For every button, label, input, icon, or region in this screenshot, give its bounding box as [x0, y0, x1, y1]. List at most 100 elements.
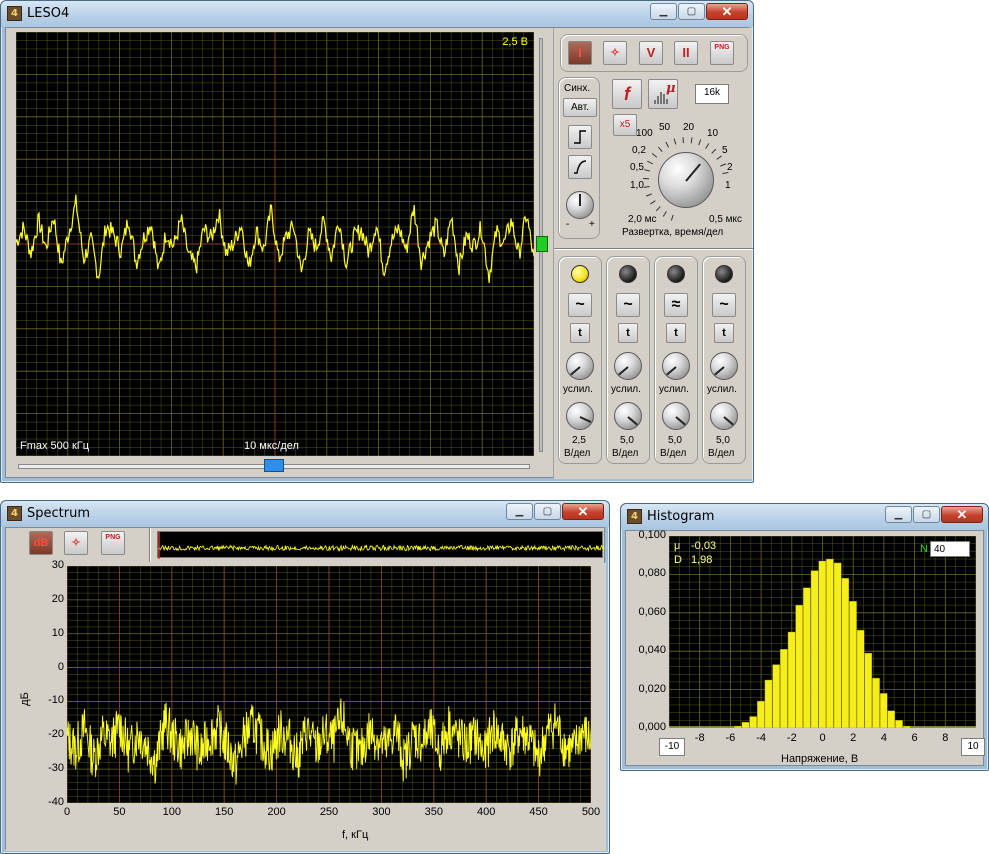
timebase-scale-label: 50 — [659, 122, 671, 133]
channel-scale-value: 5,0 — [620, 435, 634, 446]
channel-led[interactable] — [571, 265, 589, 283]
channel-scale-value: 5,0 — [716, 435, 730, 446]
statistics-button[interactable]: μ — [648, 79, 678, 109]
d-label: D — [674, 554, 682, 566]
leso4-window: 4 LESO4 ▁ ▢ ✕ 2,5 В Fmax 500 кГц 10 мкс/… — [0, 0, 754, 483]
sync-slope-button[interactable] — [568, 155, 592, 179]
x-tick-label: 4 — [880, 732, 887, 744]
x-tick-label: 450 — [529, 806, 548, 818]
maximize-button[interactable]: ▢ — [534, 503, 561, 520]
x-tick-label: 250 — [319, 806, 339, 818]
pause-button[interactable]: II — [674, 41, 698, 65]
sync-auto-button[interactable]: Авт. — [563, 98, 597, 117]
close-button[interactable]: ✕ — [941, 506, 983, 523]
x-tick-label: 0 — [63, 806, 71, 818]
x-tick-label: 400 — [477, 806, 496, 818]
v-button[interactable]: V — [639, 41, 663, 65]
y-tick-label: 0,100 — [638, 529, 666, 541]
y-tick-label: 0 — [57, 660, 64, 673]
spectrum-screen[interactable] — [66, 565, 592, 804]
fmax-label: Fmax 500 кГц — [20, 440, 90, 452]
x-tick-label: 150 — [215, 806, 234, 818]
histogram-bar — [810, 570, 819, 729]
histogram-bar — [895, 720, 903, 729]
spectrum-cursor-button[interactable]: ✧ — [64, 531, 88, 555]
toolbar-panel: I ✧ V II PNG — [560, 34, 748, 72]
time-scroll-thumb[interactable] — [264, 459, 284, 472]
channel-led[interactable] — [619, 265, 637, 283]
trigger-channel-button[interactable]: t — [570, 323, 590, 343]
offset-knob[interactable] — [614, 352, 642, 380]
maximize-button[interactable]: ▢ — [678, 3, 705, 20]
wave-coupling-button[interactable]: ~ — [568, 293, 592, 317]
leso4-titlebar[interactable]: 4 LESO4 ▁ ▢ ✕ — [1, 1, 753, 27]
channel-led[interactable] — [715, 265, 733, 283]
timebase-scale-label: 20 — [683, 122, 695, 133]
gain-label: услил. — [563, 384, 593, 395]
gain-label: услил. — [707, 384, 737, 395]
minimize-button[interactable]: ▁ — [650, 3, 677, 20]
run-button[interactable]: I — [568, 41, 592, 65]
toolbar-divider — [149, 528, 151, 562]
n-label: N — [920, 543, 928, 555]
trigger-level-marker[interactable] — [536, 236, 548, 252]
rising-edge-icon — [574, 130, 586, 144]
sync-panel: Синх. Авт. - + — [558, 77, 600, 239]
histogram-icon: μ — [654, 81, 676, 104]
wave-coupling-button[interactable]: ≈ — [664, 293, 688, 317]
maximize-button[interactable]: ▢ — [913, 506, 940, 523]
spectrum-png-button[interactable]: PNG — [101, 531, 125, 555]
offset-knob[interactable] — [710, 352, 738, 380]
volts-per-div-knob[interactable] — [614, 402, 642, 430]
y-tick-label: 0,040 — [638, 644, 666, 657]
histogram-bar — [849, 601, 857, 729]
x-tick-label: -6 — [725, 732, 736, 744]
control-area: I ✧ V II PNG Синх. Авт. - + f μ 16k x5 2… — [553, 28, 753, 479]
histogram-bar — [749, 716, 757, 729]
histogram-bar — [764, 679, 773, 729]
close-button[interactable]: ✕ — [562, 503, 604, 520]
trigger-channel-button[interactable]: t — [666, 323, 686, 343]
app-icon: 4 — [7, 6, 22, 21]
panel-separator — [554, 248, 753, 250]
channel-scale-value: 5,0 — [668, 435, 682, 446]
x-tick-label: -2 — [786, 732, 797, 744]
spectrum-titlebar[interactable]: 4 Spectrum ▁ ▢ ✕ — [1, 501, 609, 527]
trigger-channel-button[interactable]: t — [714, 323, 734, 343]
min-voltage-field[interactable]: -10 — [659, 738, 685, 756]
histogram-plot — [668, 535, 977, 729]
channel-scale-unit: В/дел — [708, 448, 735, 459]
points-field[interactable]: 16k — [695, 84, 729, 104]
sync-level-knob[interactable] — [566, 191, 594, 219]
frequency-button[interactable]: f — [612, 79, 642, 109]
offset-knob[interactable] — [662, 352, 690, 380]
wave-coupling-button[interactable]: ~ — [616, 293, 640, 317]
volts-per-div-knob[interactable] — [662, 402, 690, 430]
histogram-titlebar[interactable]: 4 Histogram ▁ ▢ ✕ — [621, 504, 988, 530]
png-save-button[interactable]: PNG — [710, 41, 734, 65]
histogram-bar — [757, 700, 765, 729]
y-tick-label: 0,060 — [638, 605, 666, 618]
offset-knob[interactable] — [566, 352, 594, 380]
timebase-knob[interactable] — [658, 152, 714, 208]
histogram-screen[interactable]: μ -0,03 D 1,98 N — [668, 535, 977, 729]
sync-rising-button[interactable] — [568, 125, 592, 149]
oscilloscope-screen[interactable]: 2,5 В Fmax 500 кГц 10 мкс/дел — [16, 32, 534, 456]
volts-per-div-knob[interactable] — [566, 402, 594, 430]
channel-led[interactable] — [667, 265, 685, 283]
minimize-button[interactable]: ▁ — [885, 506, 912, 523]
max-voltage-field[interactable]: 10 — [961, 738, 985, 756]
timebase-max-label: 0,5 мкс — [709, 214, 743, 225]
spectrum-overview[interactable] — [157, 531, 605, 559]
cursor-button[interactable]: ✧ — [603, 41, 627, 65]
wave-coupling-button[interactable]: ~ — [712, 293, 736, 317]
x-tick-label: 350 — [424, 806, 443, 818]
trigger-channel-button[interactable]: t — [618, 323, 638, 343]
bins-field[interactable]: 40 — [930, 541, 970, 557]
close-button[interactable]: ✕ — [706, 3, 748, 20]
volts-per-div-knob[interactable] — [710, 402, 738, 430]
d-value: 1,98 — [691, 554, 713, 566]
db-button[interactable]: dB — [29, 531, 53, 555]
x-tick-label: 50 — [113, 806, 126, 818]
minimize-button[interactable]: ▁ — [506, 503, 533, 520]
